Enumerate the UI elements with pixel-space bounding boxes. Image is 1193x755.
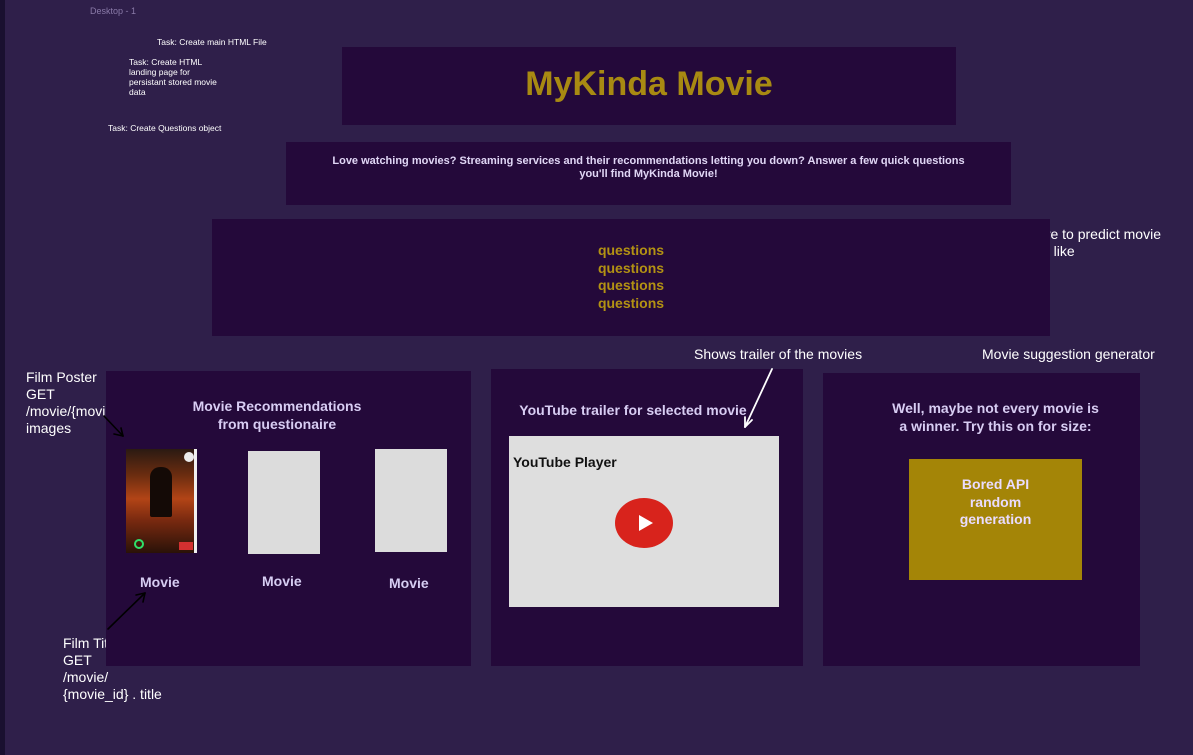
bored-api-button[interactable]: Bored API random generation bbox=[909, 459, 1082, 580]
trailer-title: YouTube trailer for selected movie bbox=[519, 402, 747, 418]
poster-menu-icon bbox=[184, 452, 194, 462]
poster-badge-icon bbox=[179, 542, 193, 550]
canvas-left-edge bbox=[0, 0, 5, 755]
movie-title-1[interactable]: Movie bbox=[140, 574, 180, 590]
movie-poster-3[interactable] bbox=[375, 449, 447, 552]
task-note-main-html: Task: Create main HTML File bbox=[157, 37, 267, 47]
task-note-landing-page: Task: Create HTML landing page for persi… bbox=[129, 57, 217, 97]
suggestion-title: Well, maybe not every movie is a winner.… bbox=[892, 400, 1099, 434]
poster-edge bbox=[194, 449, 197, 553]
question-item[interactable]: questions bbox=[212, 260, 1050, 278]
movie-poster-1[interactable] bbox=[126, 449, 197, 553]
play-icon[interactable] bbox=[615, 498, 673, 548]
intro-panel: Love watching movies? Streaming services… bbox=[286, 142, 1011, 205]
suggestion-note: Movie suggestion generator bbox=[982, 346, 1155, 362]
movie-title-2[interactable]: Movie bbox=[262, 573, 302, 589]
movie-poster-2[interactable] bbox=[248, 451, 320, 554]
player-label: YouTube Player bbox=[513, 454, 617, 470]
poster-score-icon bbox=[134, 539, 144, 549]
app-title: MyKinda Movie bbox=[525, 65, 773, 103]
question-item[interactable]: questions bbox=[212, 242, 1050, 260]
question-item[interactable]: questions bbox=[212, 277, 1050, 295]
questions-panel: questions questions questions questions bbox=[212, 219, 1050, 336]
movie-title-3[interactable]: Movie bbox=[389, 575, 429, 591]
poster-figure-shape bbox=[150, 467, 172, 517]
header-panel: MyKinda Movie bbox=[342, 47, 956, 125]
intro-text: Love watching movies? Streaming services… bbox=[332, 155, 965, 180]
bored-api-label: Bored API random generation bbox=[959, 476, 1032, 527]
trailer-note: Shows trailer of the movies bbox=[694, 346, 863, 362]
youtube-player[interactable]: YouTube Player bbox=[509, 436, 779, 607]
questions-list: questions questions questions questions bbox=[212, 242, 1050, 312]
task-note-questions: Task: Create Questions object bbox=[108, 123, 222, 133]
frame-label: Desktop - 1 bbox=[90, 6, 137, 16]
recommendations-title: Movie Recommendations from questionaire bbox=[192, 398, 362, 432]
question-item[interactable]: questions bbox=[212, 295, 1050, 313]
